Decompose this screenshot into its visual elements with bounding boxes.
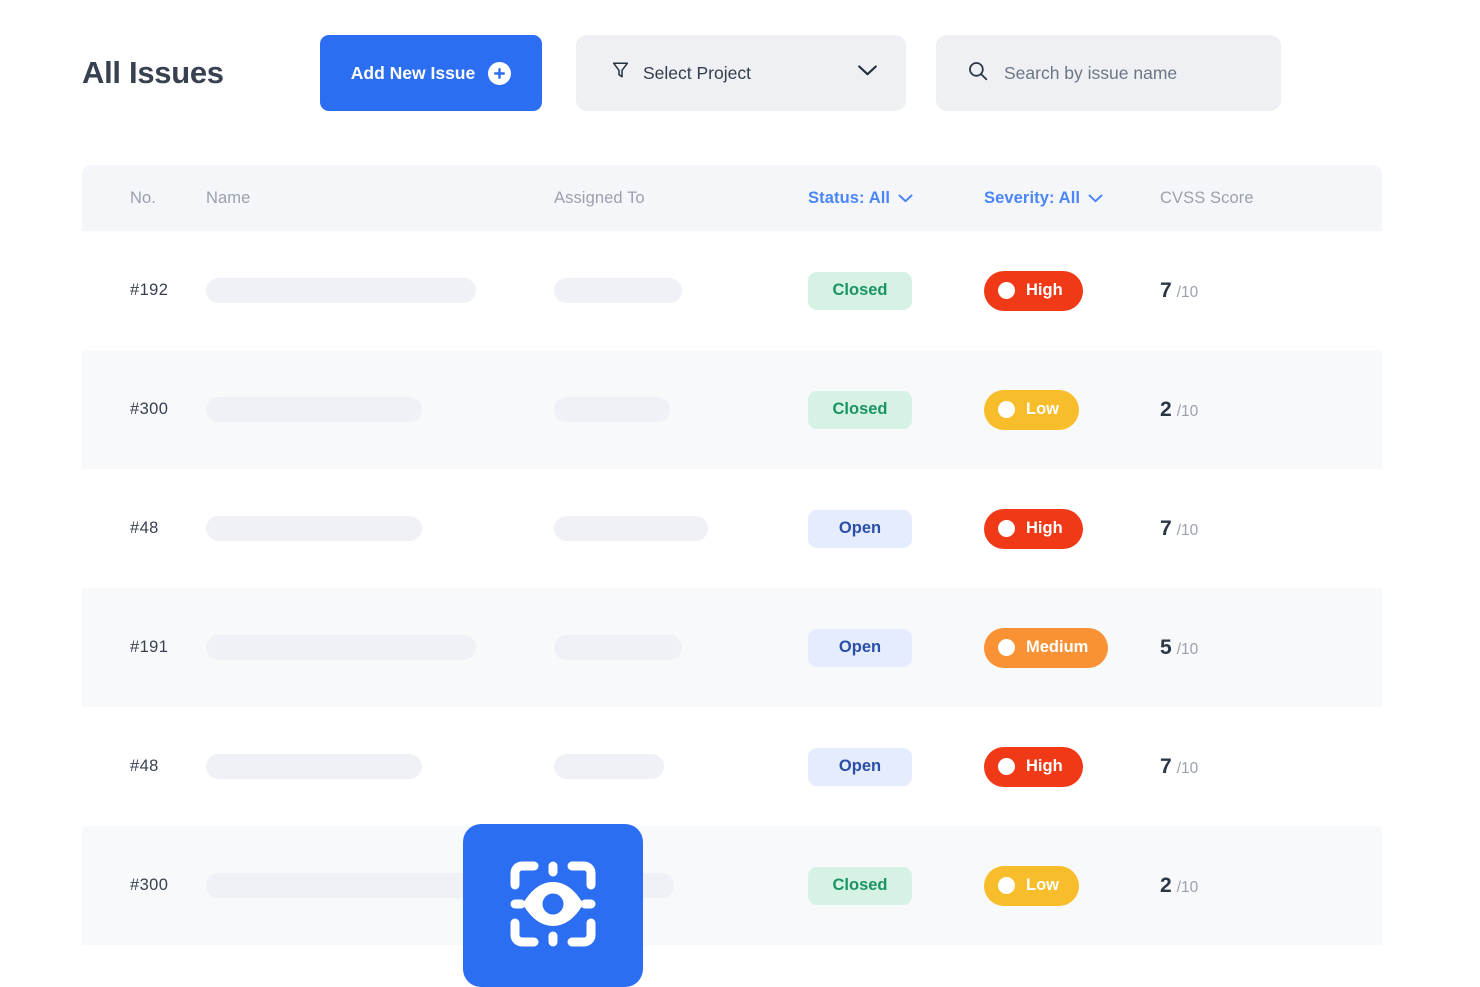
page-title: All Issues bbox=[82, 55, 224, 90]
table-row[interactable]: #191 Open Medium 5/10 bbox=[82, 588, 1382, 707]
column-header-name: Name bbox=[206, 188, 251, 207]
search-icon bbox=[968, 61, 988, 86]
cell-severity: High bbox=[984, 508, 1160, 549]
table-row[interactable]: #300 Closed Low 2/10 bbox=[82, 826, 1382, 945]
cell-assigned-to bbox=[554, 278, 808, 303]
table-row[interactable]: #300 Closed Low 2/10 bbox=[82, 350, 1382, 469]
status-badge[interactable]: Closed bbox=[808, 390, 912, 429]
assignee-placeholder-bar bbox=[554, 635, 682, 660]
cell-status: Closed bbox=[808, 271, 984, 310]
add-new-issue-button[interactable]: Add New Issue bbox=[320, 35, 542, 111]
name-placeholder-bar bbox=[206, 397, 422, 422]
cell-issue-name bbox=[206, 754, 554, 779]
severity-badge[interactable]: High bbox=[984, 508, 1083, 549]
cell-issue-name bbox=[206, 516, 554, 541]
cell-severity: Medium bbox=[984, 627, 1160, 668]
cell-severity: Low bbox=[984, 389, 1160, 430]
add-new-issue-label: Add New Issue bbox=[350, 62, 476, 83]
table-header-row: No. Name Assigned To Status: All Severit… bbox=[82, 165, 1382, 231]
severity-dot-icon bbox=[998, 758, 1015, 775]
name-placeholder-bar bbox=[206, 516, 422, 541]
cell-status: Open bbox=[808, 509, 984, 548]
column-header-status-filter[interactable]: Status: All bbox=[808, 189, 984, 208]
cell-status: Closed bbox=[808, 866, 984, 905]
cell-severity: High bbox=[984, 270, 1160, 311]
severity-dot-icon bbox=[998, 401, 1015, 418]
severity-badge[interactable]: Medium bbox=[984, 627, 1109, 668]
select-project-dropdown[interactable]: Select Project bbox=[576, 35, 906, 111]
search-input[interactable] bbox=[1004, 62, 1257, 84]
table-row[interactable]: #48 Open High 7/10 bbox=[82, 707, 1382, 826]
cell-issue-name bbox=[206, 397, 554, 422]
severity-dot-icon bbox=[998, 520, 1015, 537]
status-badge[interactable]: Open bbox=[808, 509, 912, 548]
assignee-placeholder-bar bbox=[554, 516, 708, 541]
name-placeholder-bar bbox=[206, 873, 496, 898]
column-header-severity-filter[interactable]: Severity: All bbox=[984, 189, 1160, 208]
cell-cvss-score: 5/10 bbox=[1160, 635, 1199, 659]
table-row[interactable]: #48 Open High 7/10 bbox=[82, 469, 1382, 588]
name-placeholder-bar bbox=[206, 278, 476, 303]
column-header-cvss-score: CVSS Score bbox=[1160, 188, 1254, 207]
cell-cvss-score: 7/10 bbox=[1160, 278, 1199, 302]
filter-funnel-icon bbox=[612, 61, 629, 85]
assignee-placeholder-bar bbox=[554, 397, 670, 422]
cell-issue-number: #300 bbox=[130, 400, 169, 418]
name-placeholder-bar bbox=[206, 635, 476, 660]
cell-assigned-to bbox=[554, 754, 808, 779]
status-badge[interactable]: Closed bbox=[808, 866, 912, 905]
name-placeholder-bar bbox=[206, 754, 422, 779]
table-row[interactable]: #192 Closed High 7/10 bbox=[82, 231, 1382, 350]
chevron-down-icon bbox=[1088, 189, 1103, 208]
cell-cvss-score: 7/10 bbox=[1160, 516, 1199, 540]
severity-badge[interactable]: Low bbox=[984, 389, 1079, 430]
cell-status: Closed bbox=[808, 390, 984, 429]
cell-issue-number: #48 bbox=[130, 757, 159, 775]
cell-issue-number: #192 bbox=[130, 281, 169, 299]
plus-icon bbox=[488, 61, 512, 85]
status-filter-label: Status: All bbox=[808, 188, 891, 207]
severity-badge[interactable]: High bbox=[984, 746, 1083, 787]
assignee-placeholder-bar bbox=[554, 754, 664, 779]
severity-dot-icon bbox=[998, 877, 1015, 894]
status-badge[interactable]: Open bbox=[808, 747, 912, 786]
cell-issue-name bbox=[206, 635, 554, 660]
severity-filter-label: Severity: All bbox=[984, 188, 1081, 207]
cell-severity: High bbox=[984, 746, 1160, 787]
cell-issue-number: #300 bbox=[130, 876, 169, 894]
select-project-label: Select Project bbox=[643, 62, 751, 83]
issues-page: All Issues Add New Issue Select Project bbox=[0, 0, 1480, 987]
issues-table: No. Name Assigned To Status: All Severit… bbox=[82, 165, 1382, 945]
cell-status: Open bbox=[808, 628, 984, 667]
cell-severity: Low bbox=[984, 865, 1160, 906]
cell-issue-number: #48 bbox=[130, 519, 159, 537]
column-header-assigned-to: Assigned To bbox=[554, 188, 645, 207]
column-header-no: No. bbox=[130, 188, 156, 207]
status-badge[interactable]: Open bbox=[808, 628, 912, 667]
cell-status: Open bbox=[808, 747, 984, 786]
chevron-down-icon bbox=[857, 64, 878, 82]
severity-dot-icon bbox=[998, 639, 1015, 656]
severity-badge[interactable]: High bbox=[984, 270, 1083, 311]
cell-cvss-score: 2/10 bbox=[1160, 397, 1199, 421]
severity-badge[interactable]: Low bbox=[984, 865, 1079, 906]
scan-eye-icon bbox=[505, 856, 601, 955]
severity-dot-icon bbox=[998, 282, 1015, 299]
chevron-down-icon bbox=[898, 189, 913, 208]
cell-issue-number: #191 bbox=[130, 638, 169, 656]
assignee-placeholder-bar bbox=[554, 278, 682, 303]
cell-issue-name bbox=[206, 278, 554, 303]
status-badge[interactable]: Closed bbox=[808, 271, 912, 310]
cell-cvss-score: 7/10 bbox=[1160, 754, 1199, 778]
cell-assigned-to bbox=[554, 397, 808, 422]
table-body: #192 Closed High 7/10 #300 Closed Low 2/10 #48 Op… bbox=[82, 231, 1382, 945]
cell-assigned-to bbox=[554, 635, 808, 660]
cell-assigned-to bbox=[554, 516, 808, 541]
page-toolbar: All Issues Add New Issue Select Project bbox=[82, 22, 1382, 124]
scan-eye-button[interactable] bbox=[463, 824, 643, 987]
search-issue-container[interactable] bbox=[936, 35, 1281, 111]
cell-cvss-score: 2/10 bbox=[1160, 873, 1199, 897]
